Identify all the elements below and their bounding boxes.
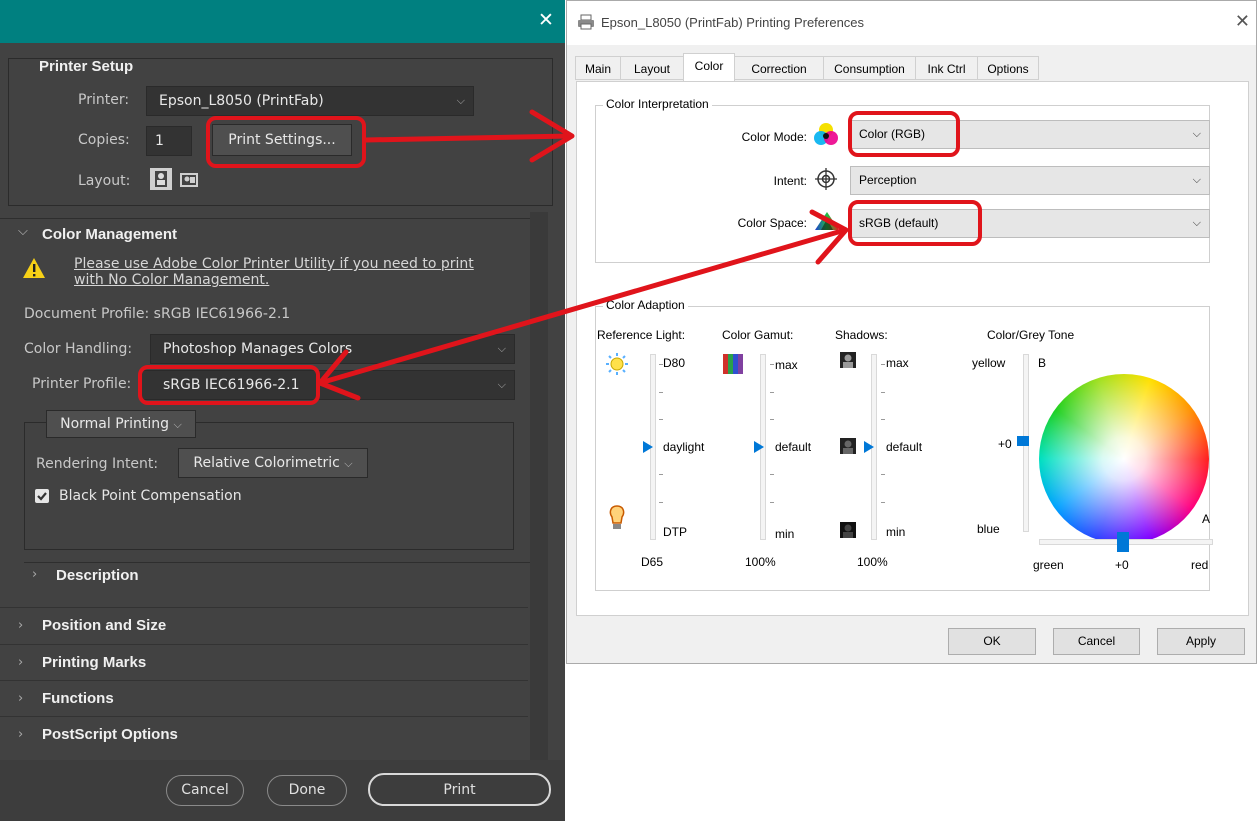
arrow-line (363, 133, 573, 143)
annotation-arrows (317, 109, 849, 401)
double-arrow-line (317, 227, 848, 386)
